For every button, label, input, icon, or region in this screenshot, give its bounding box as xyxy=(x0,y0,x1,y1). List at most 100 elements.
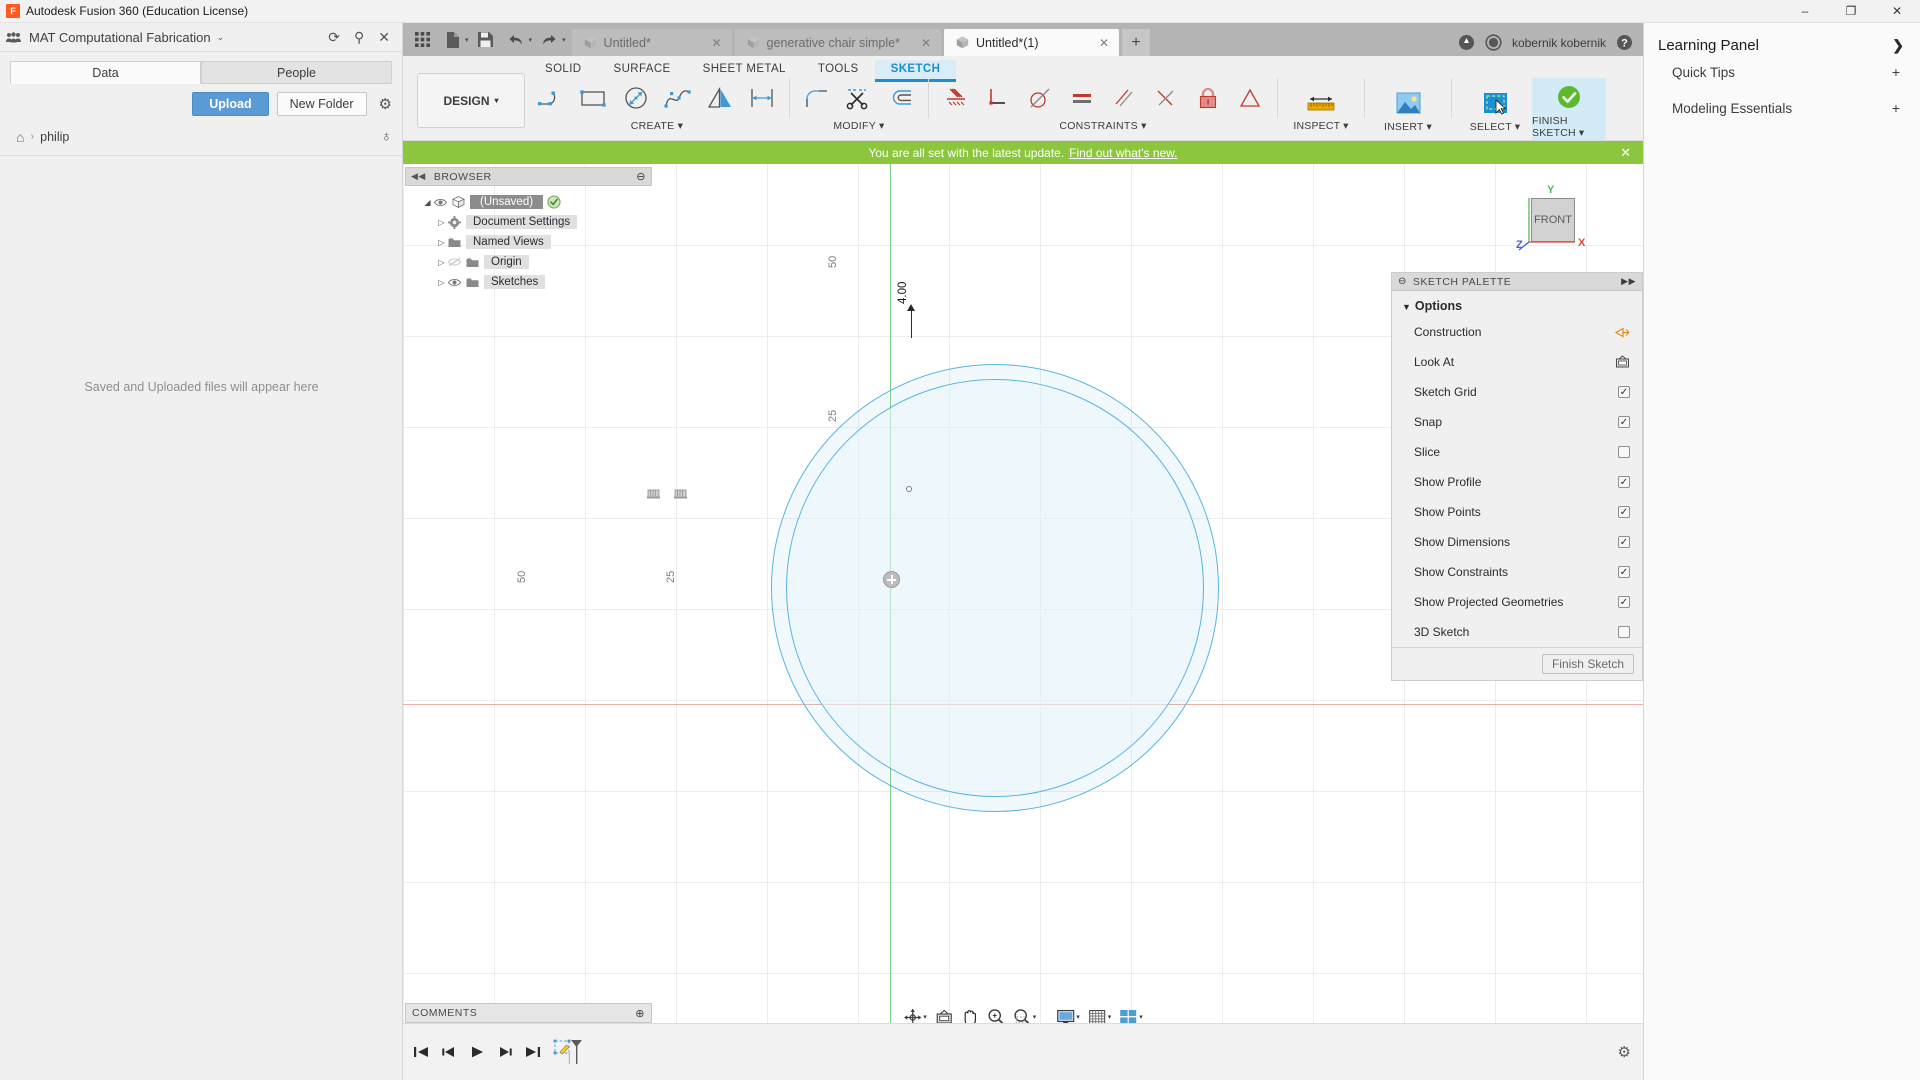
go-to-beginning-icon[interactable] xyxy=(411,1041,431,1063)
close-notification-icon[interactable]: ✕ xyxy=(1620,145,1631,161)
expand-arrow-icon[interactable]: ▷ xyxy=(435,258,448,267)
expand-arrow-icon[interactable]: ▷ xyxy=(435,278,448,287)
palette-row-construction[interactable]: Construction xyxy=(1392,317,1642,347)
sketch-dimension-icon[interactable] xyxy=(741,78,783,118)
palette-row-show-projected-geometries[interactable]: Show Projected Geometries ✓ xyxy=(1392,587,1642,617)
tab-people[interactable]: People xyxy=(201,61,392,84)
checkbox-show-dimensions[interactable]: ✓ xyxy=(1618,536,1630,548)
collapse-browser-icon[interactable]: ◀◀ xyxy=(411,171,426,182)
redo-chevron-icon[interactable]: ▾ xyxy=(562,36,566,44)
palette-row-show-points[interactable]: Show Points ✓ xyxy=(1392,497,1642,527)
home-icon[interactable]: ⌂ xyxy=(16,129,24,145)
go-to-end-icon[interactable] xyxy=(523,1041,543,1063)
breadcrumb-item-philip[interactable]: philip xyxy=(40,130,69,144)
fillet-tool-icon[interactable] xyxy=(796,78,838,118)
visibility-eye-off-icon[interactable] xyxy=(448,257,466,267)
browser-minimize-icon[interactable]: ⊖ xyxy=(636,170,646,183)
viewports-chevron-icon[interactable]: ▾ xyxy=(1139,1013,1143,1021)
browser-row-document-settings[interactable]: ▷ Document Settings xyxy=(405,212,652,232)
horizontal-vertical-constraint-icon[interactable] xyxy=(977,78,1019,118)
trim-scissors-icon[interactable] xyxy=(838,78,880,118)
display-settings-chevron-icon[interactable]: ▾ xyxy=(1076,1013,1080,1021)
browser-row-unsaved[interactable]: ◢ (Unsaved) xyxy=(405,192,652,212)
perpendicular-constraint-icon[interactable] xyxy=(1145,78,1187,118)
inspect-button[interactable]: INSPECT ▾ xyxy=(1284,78,1358,140)
spline-tool-icon[interactable] xyxy=(657,78,699,118)
expand-plus-icon[interactable]: + xyxy=(1892,64,1900,80)
gear-icon[interactable]: ⚙ xyxy=(379,95,392,113)
new-file-icon[interactable] xyxy=(439,27,465,53)
document-tab-generative-chair-simple[interactable]: generative chair simple* ✕ xyxy=(735,29,941,56)
new-folder-button[interactable]: New Folder xyxy=(277,92,367,116)
tangent-constraint-icon[interactable] xyxy=(1019,78,1061,118)
parallel-constraint-icon[interactable] xyxy=(1103,78,1145,118)
checkbox-show-points[interactable]: ✓ xyxy=(1618,506,1630,518)
select-button[interactable]: SELECT ▾ xyxy=(1458,78,1532,140)
expand-arrow-icon[interactable]: ▷ xyxy=(435,238,448,247)
user-name-label[interactable]: kobernik kobernik xyxy=(1512,36,1606,50)
ribbon-group-label[interactable]: CREATE ▾ xyxy=(631,120,683,132)
finish-sketch-button[interactable]: FINISH SKETCH ▾ xyxy=(1532,78,1606,140)
ribbon-group-label[interactable]: CONSTRAINTS ▾ xyxy=(1059,120,1146,132)
palette-row-3d-sketch[interactable]: 3D Sketch xyxy=(1392,617,1642,647)
hub-name[interactable]: MAT Computational Fabrication xyxy=(29,30,211,45)
workspace-selector-design[interactable]: DESIGN ▾ xyxy=(417,73,525,128)
maximize-button[interactable]: ❐ xyxy=(1828,0,1874,23)
palette-row-show-profile[interactable]: Show Profile ✓ xyxy=(1392,467,1642,497)
expand-arrow-icon[interactable]: ◢ xyxy=(421,198,434,207)
look-at-icon[interactable] xyxy=(1615,355,1630,369)
collapse-learning-panel-icon[interactable]: ❯ xyxy=(1892,37,1904,54)
sketch-circle-inner[interactable] xyxy=(786,379,1204,797)
dimension-label[interactable]: 4.00 xyxy=(897,282,909,304)
palette-row-show-constraints[interactable]: Show Constraints ✓ xyxy=(1392,557,1642,587)
redo-icon[interactable] xyxy=(536,27,562,53)
checkbox-show-projected-geometries[interactable]: ✓ xyxy=(1618,596,1630,608)
sketch-origin-point[interactable] xyxy=(883,571,900,588)
palette-row-look-at[interactable]: Look At xyxy=(1392,347,1642,377)
palette-dock-icon[interactable]: ▶▶ xyxy=(1621,276,1636,287)
checkbox-3d-sketch[interactable] xyxy=(1618,626,1630,638)
refresh-icon[interactable]: ⟳ xyxy=(328,29,340,46)
browser-row-sketches[interactable]: ▷ Sketches xyxy=(405,272,652,292)
help-icon[interactable]: ? xyxy=(1616,34,1633,51)
tab-data[interactable]: Data xyxy=(10,61,201,84)
close-panel-icon[interactable]: ✕ xyxy=(378,29,390,46)
expand-arrow-icon[interactable]: ▷ xyxy=(435,218,448,227)
palette-row-show-dimensions[interactable]: Show Dimensions ✓ xyxy=(1392,527,1642,557)
constraint-glyph-1-icon[interactable] xyxy=(646,486,661,501)
new-file-chevron-icon[interactable]: ▾ xyxy=(465,36,469,44)
app-grid-icon[interactable] xyxy=(409,27,435,53)
grid-snaps-chevron-icon[interactable]: ▾ xyxy=(1108,1013,1112,1021)
timeline-sketch-marker[interactable] xyxy=(553,1035,587,1069)
palette-row-sketch-grid[interactable]: Sketch Grid ✓ xyxy=(1392,377,1642,407)
curvature-constraint-icon[interactable] xyxy=(1229,78,1271,118)
checkbox-sketch-grid[interactable]: ✓ xyxy=(1618,386,1630,398)
visibility-eye-icon[interactable] xyxy=(448,278,466,287)
browser-row-origin[interactable]: ▷ Origin xyxy=(405,252,652,272)
document-tab-untitled-1[interactable]: Untitled*(1) ✕ xyxy=(944,29,1119,56)
zoom-chevron-icon[interactable]: ▾ xyxy=(1033,1013,1037,1021)
step-forward-icon[interactable] xyxy=(495,1041,515,1063)
offset-tool-icon[interactable] xyxy=(880,78,922,118)
chevron-down-icon[interactable]: ⌄ xyxy=(217,32,225,43)
history-clock-icon[interactable] xyxy=(1485,34,1502,51)
expand-plus-icon[interactable]: + xyxy=(1892,100,1900,116)
ribbon-group-label[interactable]: MODIFY ▾ xyxy=(833,120,884,132)
palette-minimize-icon[interactable]: ⊖ xyxy=(1398,276,1407,287)
view-cube[interactable]: FRONT Y X Z xyxy=(1513,184,1593,256)
undo-chevron-icon[interactable]: ▾ xyxy=(529,36,533,44)
step-back-icon[interactable] xyxy=(439,1041,459,1063)
new-tab-button[interactable]: + xyxy=(1122,29,1150,56)
sketch-center-point[interactable] xyxy=(906,486,912,492)
document-tab-untitled[interactable]: Untitled* ✕ xyxy=(572,29,732,56)
fix-constraint-icon[interactable] xyxy=(935,78,977,118)
palette-row-slice[interactable]: Slice xyxy=(1392,437,1642,467)
insert-button[interactable]: INSERT ▾ xyxy=(1371,78,1445,140)
palette-section-options[interactable]: ▼Options xyxy=(1392,291,1642,317)
checkbox-show-profile[interactable]: ✓ xyxy=(1618,476,1630,488)
visibility-eye-icon[interactable] xyxy=(434,198,452,207)
checkbox-snap[interactable]: ✓ xyxy=(1618,416,1630,428)
palette-finish-sketch-button[interactable]: Finish Sketch xyxy=(1542,654,1634,674)
learning-panel-item-quick-tips[interactable]: Quick Tips + xyxy=(1644,54,1920,90)
job-status-icon[interactable] xyxy=(1458,34,1475,51)
